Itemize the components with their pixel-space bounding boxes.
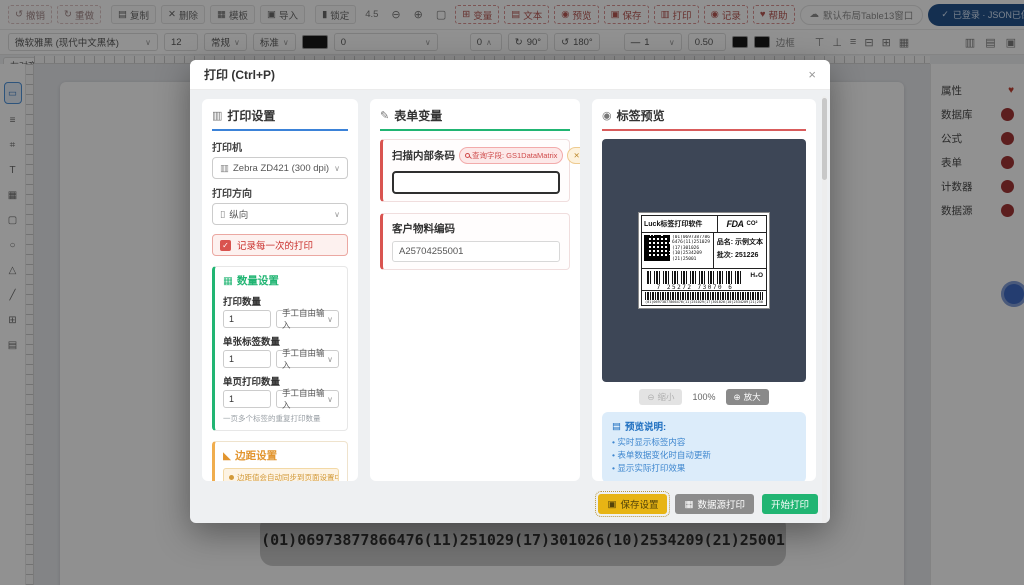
per-page-qty-label: 单页打印数量	[223, 377, 281, 388]
margin-hint: 边距值会自动同步到页面设置中保存	[223, 468, 339, 481]
screen: ↺ 撤销 ↻ 重做 ▤ 复制 ✕ 删除 ▦ 模板 ▣ 导入 ▮ 锁定 4.5 ⊖ ⊕ ▢ ⊞ 变…	[0, 0, 1024, 585]
quantity-settings-title: ▦ 数量设置	[223, 274, 279, 288]
gs1-code-text: (01)06973877866476(11)251029(17)301026(1…	[645, 300, 763, 304]
preview-zoom-controls: ⊖ 缩小 100% ⊕ 放大	[602, 389, 806, 405]
printer-icon: ▥	[220, 162, 229, 174]
auto-clear-pill[interactable]: ✕自动清空	[567, 147, 580, 164]
zoom-out-icon: ⊖	[647, 391, 655, 402]
preview-notes-title: ▤ 预览说明:	[612, 420, 667, 434]
preview-note-item: 实时显示标签内容	[612, 436, 796, 449]
orientation-label: 打印方向	[212, 189, 252, 200]
quantity-hint: 一页多个标签的重复打印数量	[223, 414, 321, 423]
checkbox-checked-icon[interactable]: ✓	[220, 239, 231, 251]
dialog-footer: ▣ 保存设置 ▦ 数据源打印 开始打印	[595, 491, 818, 517]
record-print-checkbox-row[interactable]: ✓ 记录每一次的打印	[212, 234, 348, 256]
print-qty-mode-select[interactable]: 手工自由输入 ∨	[276, 308, 339, 330]
save-settings-button[interactable]: ▣ 保存设置	[595, 491, 671, 517]
chevron-down-icon: ∨	[327, 394, 333, 404]
preview-note-item: 显示实际打印效果	[612, 462, 796, 475]
brand-cell: Luck标签打印软件	[642, 216, 718, 232]
gs1-barcode	[645, 292, 763, 300]
trash-icon: ✕	[573, 151, 580, 160]
query-field-pill[interactable]: 查询字段: GS1DataMatrix	[459, 147, 564, 164]
form-variables-title: ✎ 表单变量	[380, 107, 570, 131]
chevron-down-icon: ∨	[327, 314, 333, 324]
preview-panel: Luck标签打印软件 FDA CO² (01)0697387786 6476(1…	[602, 139, 806, 382]
preview-zoom-in-button[interactable]: ⊕ 放大	[725, 389, 769, 405]
upc-digits: 7 25272 73070 6	[656, 283, 734, 291]
preview-zoom-out-button[interactable]: ⊖ 缩小	[639, 389, 683, 405]
chevron-down-icon: ∨	[334, 163, 340, 173]
grid-icon: ▦	[223, 274, 233, 287]
form-variables-column: ✎ 表单变量 扫描内部条码 查询字段: GS1DataMatrix ✕自动清空 …	[370, 99, 580, 481]
dialog-body: ▥ 打印设置 打印机 ▥ Zebra ZD421 (300 dpi) - ZPL…	[190, 90, 830, 490]
product-name: 品名: 示例文本	[716, 238, 763, 246]
upc-barcode	[647, 270, 743, 284]
per-sheet-qty-mode-select[interactable]: 手工自由输入 ∨	[276, 348, 339, 370]
preview-note-item: 表单数据变化时自动更新	[612, 449, 796, 462]
chart-icon: ▦	[684, 498, 694, 510]
eye-icon: ◉	[602, 110, 612, 122]
quantity-settings-card: ▦ 数量设置 打印数量 手工自由输入∨ 单张标签数量 手工自由输入∨ 单页打印数…	[212, 266, 348, 431]
per-page-qty-input[interactable]	[223, 390, 271, 408]
portrait-icon: ▯	[220, 208, 226, 220]
label-preview-image: Luck标签打印软件 FDA CO² (01)0697387786 6476(1…	[638, 212, 770, 309]
print-dialog: 打印 (Ctrl+P) × ▥ 打印设置 打印机 ▥ Zebra ZD421 (…	[190, 60, 830, 523]
print-qty-input[interactable]	[223, 310, 271, 328]
batch-number: 批次: 251226	[716, 251, 759, 259]
per-sheet-qty-label: 单张标签数量	[223, 337, 281, 348]
chevron-down-icon: ∨	[334, 209, 340, 219]
margin-settings-card: ◣ 边距设置 边距值会自动同步到页面设置中保存 上边距 (mm) 左边距	[212, 441, 348, 481]
material-code-input[interactable]	[392, 241, 560, 262]
label-preview-column: ◉ 标签预览 Luck标签打印软件 FDA CO² (01)0697387786…	[592, 99, 816, 481]
record-print-label: 记录每一次的打印	[237, 241, 314, 252]
per-sheet-qty-input[interactable]	[223, 350, 271, 368]
scrollbar-thumb[interactable]	[822, 98, 827, 180]
print-settings-column: ▥ 打印设置 打印机 ▥ Zebra ZD421 (300 dpi) - ZPL…	[202, 99, 358, 481]
dialog-header: 打印 (Ctrl+P) ×	[190, 60, 830, 90]
bulb-icon	[229, 475, 234, 480]
product-info-cell: 品名: 示例文本 批次: 251226	[714, 233, 766, 268]
orientation-select[interactable]: ▯ 纵向 ∨	[212, 203, 348, 225]
start-print-button[interactable]: 开始打印	[761, 494, 818, 514]
list-icon: ▤	[612, 420, 621, 432]
material-code-field-card: 客户物料编码	[380, 213, 570, 270]
zoom-in-icon: ⊕	[733, 391, 741, 402]
scan-barcode-field-card: 扫描内部条码 查询字段: GS1DataMatrix ✕自动清空	[380, 139, 580, 202]
printer-select[interactable]: ▥ Zebra ZD421 (300 dpi) - ZPL ∨	[212, 157, 348, 179]
printer-label: 打印机	[212, 143, 242, 154]
margin-settings-title: ◣ 边距设置	[223, 449, 278, 463]
co2-text: CO²	[746, 220, 758, 227]
fda-logo: FDA	[726, 218, 745, 229]
close-icon[interactable]: ×	[808, 67, 816, 82]
printer-icon: ▥	[212, 110, 223, 122]
preview-zoom-percent: 100%	[692, 392, 716, 402]
save-icon: ▣	[607, 498, 617, 510]
h2o-text: H₂O	[750, 271, 763, 279]
scan-barcode-input[interactable]	[392, 171, 560, 194]
magnifier-icon	[465, 153, 470, 158]
datamatrix-text: (01)0697387786 6476(11)251029 (17)301026…	[672, 234, 710, 262]
chevron-down-icon: ∨	[327, 354, 333, 364]
datasource-print-button[interactable]: ▦ 数据源打印	[675, 494, 754, 514]
label-preview-title: ◉ 标签预览	[602, 107, 806, 131]
dialog-scrollbar[interactable]	[822, 96, 827, 523]
material-code-label: 客户物料编码	[392, 223, 455, 235]
edit-icon: ✎	[380, 110, 390, 122]
print-qty-label: 打印数量	[223, 297, 262, 308]
preview-notes-box: ▤ 预览说明: 实时显示标签内容 表单数据变化时自动更新 显示实际打印效果	[602, 412, 806, 481]
ruler-icon: ◣	[223, 449, 232, 462]
dialog-title: 打印 (Ctrl+P)	[204, 68, 276, 82]
print-settings-title: ▥ 打印设置	[212, 107, 348, 131]
per-page-qty-mode-select[interactable]: 手工自由输入 ∨	[276, 388, 339, 410]
datamatrix-barcode	[644, 234, 670, 261]
scan-barcode-label: 扫描内部条码	[392, 150, 455, 162]
